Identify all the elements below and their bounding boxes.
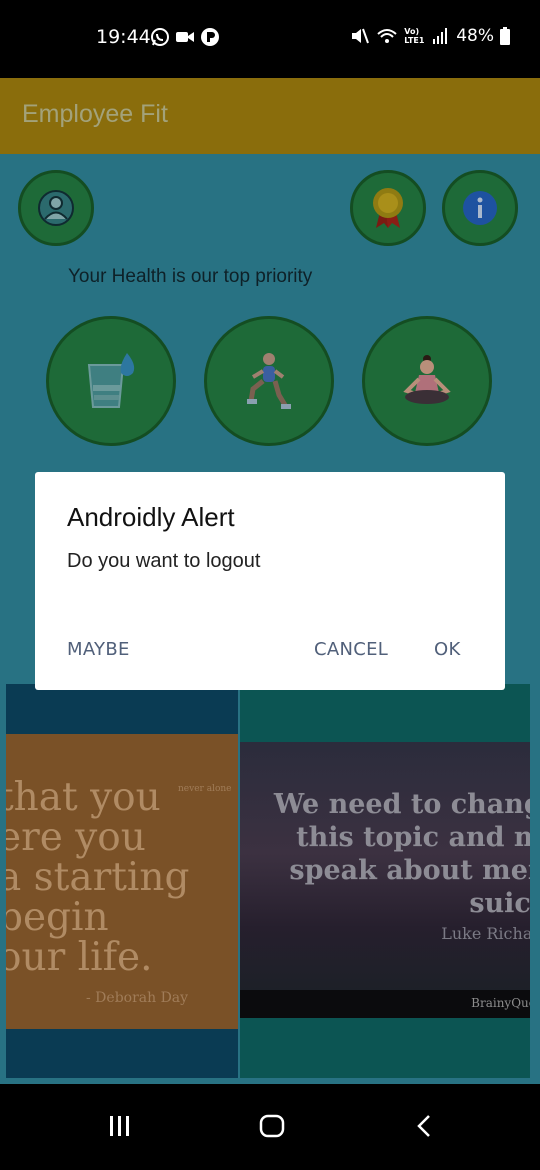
quote-brand: never alone: [178, 784, 232, 794]
app-bar: Employee Fit: [0, 78, 540, 154]
video-icon: [176, 32, 194, 42]
info-icon: [463, 191, 497, 225]
quote-card-body: that you ere you a starting begin our li…: [6, 734, 238, 1029]
home-icon: [259, 1114, 285, 1138]
status-bar: 19:44 Vo) LTE1 48%: [0, 0, 540, 78]
awards-button[interactable]: [350, 170, 426, 246]
water-icon: [87, 353, 135, 408]
award-icon: [373, 188, 403, 228]
maybe-button[interactable]: MAYBE: [67, 639, 130, 660]
profile-icon: [38, 190, 74, 226]
quote-author: - Deborah Day: [86, 990, 189, 1006]
dialog-message: Do you want to logout: [67, 550, 261, 572]
quote-brand: BrainyQuo: [471, 996, 530, 1010]
home-button[interactable]: [250, 1108, 294, 1144]
system-icons: Vo) LTE1 48%: [350, 26, 510, 46]
exercise-button[interactable]: [204, 316, 334, 446]
meditation-button[interactable]: [362, 316, 492, 446]
quote-card-luke-richardson[interactable]: We need to change this topic and ma spea…: [240, 684, 530, 1078]
back-button[interactable]: [402, 1108, 446, 1144]
water-tracker-button[interactable]: [46, 316, 176, 446]
tagline: Your Health is our top priority: [68, 266, 313, 287]
quote-text: that you ere you a starting begin our li…: [6, 775, 190, 980]
back-icon: [417, 1115, 430, 1137]
quote-author: Luke Richar: [441, 924, 530, 943]
cancel-button[interactable]: CANCEL: [314, 639, 388, 660]
app-icon: [201, 28, 219, 46]
signal-icon: [433, 28, 448, 44]
dialog-title: Androidly Alert: [67, 502, 235, 532]
navigation-bar: [0, 1084, 540, 1170]
battery-icon: [500, 27, 510, 45]
wifi-icon: [377, 29, 397, 43]
profile-button[interactable]: [18, 170, 94, 246]
recent-apps-icon: [110, 1116, 129, 1136]
notification-icons: [150, 27, 220, 47]
logout-dialog: Androidly Alert Do you want to logout MA…: [35, 472, 505, 690]
ok-button[interactable]: OK: [434, 639, 461, 660]
meditation-icon: [403, 355, 451, 404]
battery-level: 48%: [456, 26, 494, 46]
network-type: Vo) LTE1: [404, 27, 425, 45]
info-button[interactable]: [442, 170, 518, 246]
app-title: Employee Fit: [22, 100, 168, 128]
quote-text: We need to change this topic and ma spea…: [273, 789, 530, 919]
exercise-icon: [247, 353, 291, 409]
quote-card-deborah-day[interactable]: that you ere you a starting begin our li…: [6, 684, 238, 1078]
status-time: 19:44: [96, 26, 151, 48]
recent-apps-button[interactable]: [98, 1108, 142, 1144]
whatsapp-icon: [151, 28, 169, 46]
mute-icon: [352, 28, 370, 44]
